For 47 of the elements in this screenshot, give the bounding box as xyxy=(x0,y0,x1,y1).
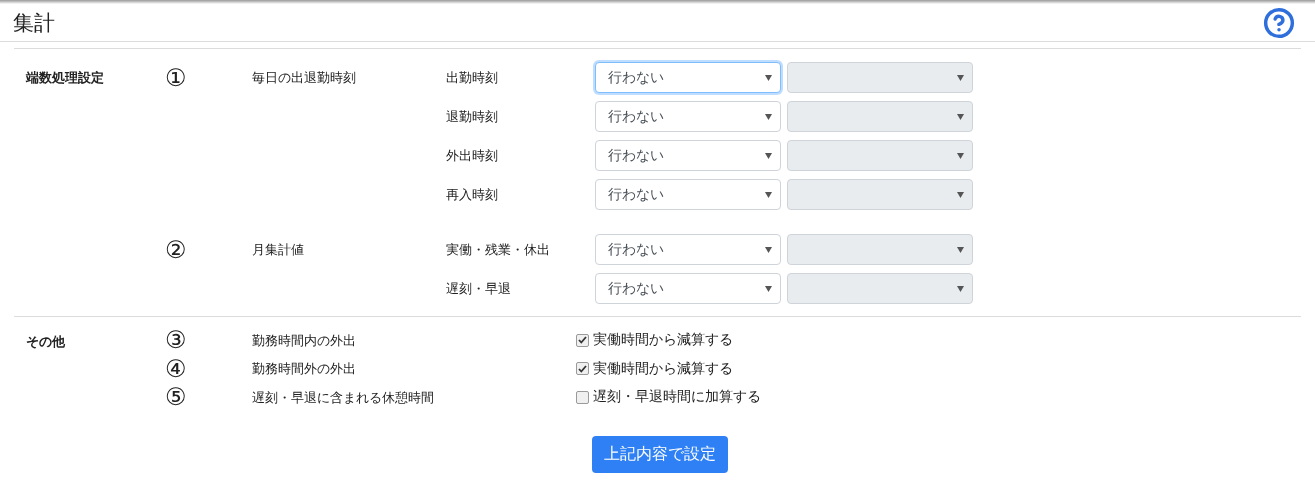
dropdown[interactable]: 行わない xyxy=(595,179,781,210)
circled-number: ① xyxy=(165,65,187,90)
dropdown[interactable]: 行わない xyxy=(595,62,781,93)
row-label: 遅刻・早退 xyxy=(446,279,512,298)
checkmark-icon xyxy=(578,336,587,345)
row-label: 退勤時刻 xyxy=(446,107,499,126)
option-label: 遅刻・早退に含まれる休憩時間 xyxy=(252,388,435,407)
row-label: 出勤時刻 xyxy=(446,68,499,87)
page-title: 集計 xyxy=(13,9,55,36)
option-label: 勤務時間内の外出 xyxy=(252,331,357,350)
row-label: 外出時刻 xyxy=(446,146,499,165)
caret-icon xyxy=(765,74,772,81)
dropdown[interactable]: 行わない xyxy=(595,273,781,304)
row-label: 実働・残業・休出 xyxy=(446,240,551,259)
circled-number: ③ xyxy=(165,328,187,353)
circled-number: ② xyxy=(165,237,187,262)
group-label: 月集計値 xyxy=(252,240,304,259)
caret-icon xyxy=(957,285,964,292)
dropdown[interactable]: 行わない xyxy=(595,101,781,132)
dropdown[interactable]: 行わない xyxy=(595,140,781,171)
caret-icon xyxy=(765,191,772,198)
caret-icon xyxy=(957,152,964,159)
caret-icon xyxy=(765,285,772,292)
caret-icon xyxy=(765,113,772,120)
option-label: 勤務時間外の外出 xyxy=(252,360,357,378)
caret-icon xyxy=(957,113,964,120)
group-label: 毎日の出退勤時刻 xyxy=(252,68,356,87)
section-label: 端数処理設定 xyxy=(26,70,104,85)
caret-icon xyxy=(957,246,964,253)
caret-icon xyxy=(957,74,964,81)
checkbox-label: 遅刻・早退時間に加算する xyxy=(593,388,761,407)
checkbox[interactable] xyxy=(576,333,589,347)
submit-button[interactable]: 上記内容で設定 xyxy=(591,435,728,473)
section-label: その他 xyxy=(26,334,65,349)
dropdown[interactable]: 行わない xyxy=(595,234,781,265)
checkmark-icon xyxy=(578,364,587,373)
caret-icon xyxy=(765,152,772,159)
checkbox-label: 実働時間から減算する xyxy=(593,359,733,378)
caret-icon xyxy=(957,191,964,198)
caret-icon xyxy=(765,246,772,253)
row-label: 再入時刻 xyxy=(446,185,499,204)
checkbox-label: 実働時間から減算する xyxy=(593,331,733,350)
checkbox[interactable] xyxy=(576,390,589,404)
circled-number: ④ xyxy=(165,356,187,381)
help-icon[interactable] xyxy=(1263,6,1295,39)
circled-number: ⑤ xyxy=(165,385,187,410)
checkbox[interactable] xyxy=(576,362,589,376)
